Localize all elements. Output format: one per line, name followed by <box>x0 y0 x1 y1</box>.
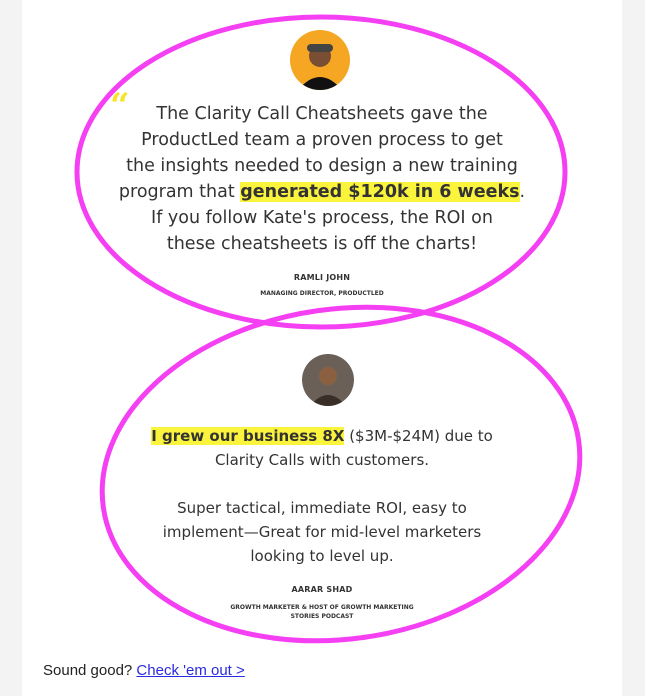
annotation-overlay <box>74 14 583 644</box>
annotation-ellipse-1 <box>74 14 568 330</box>
annotation-ellipse-2 <box>99 304 583 644</box>
